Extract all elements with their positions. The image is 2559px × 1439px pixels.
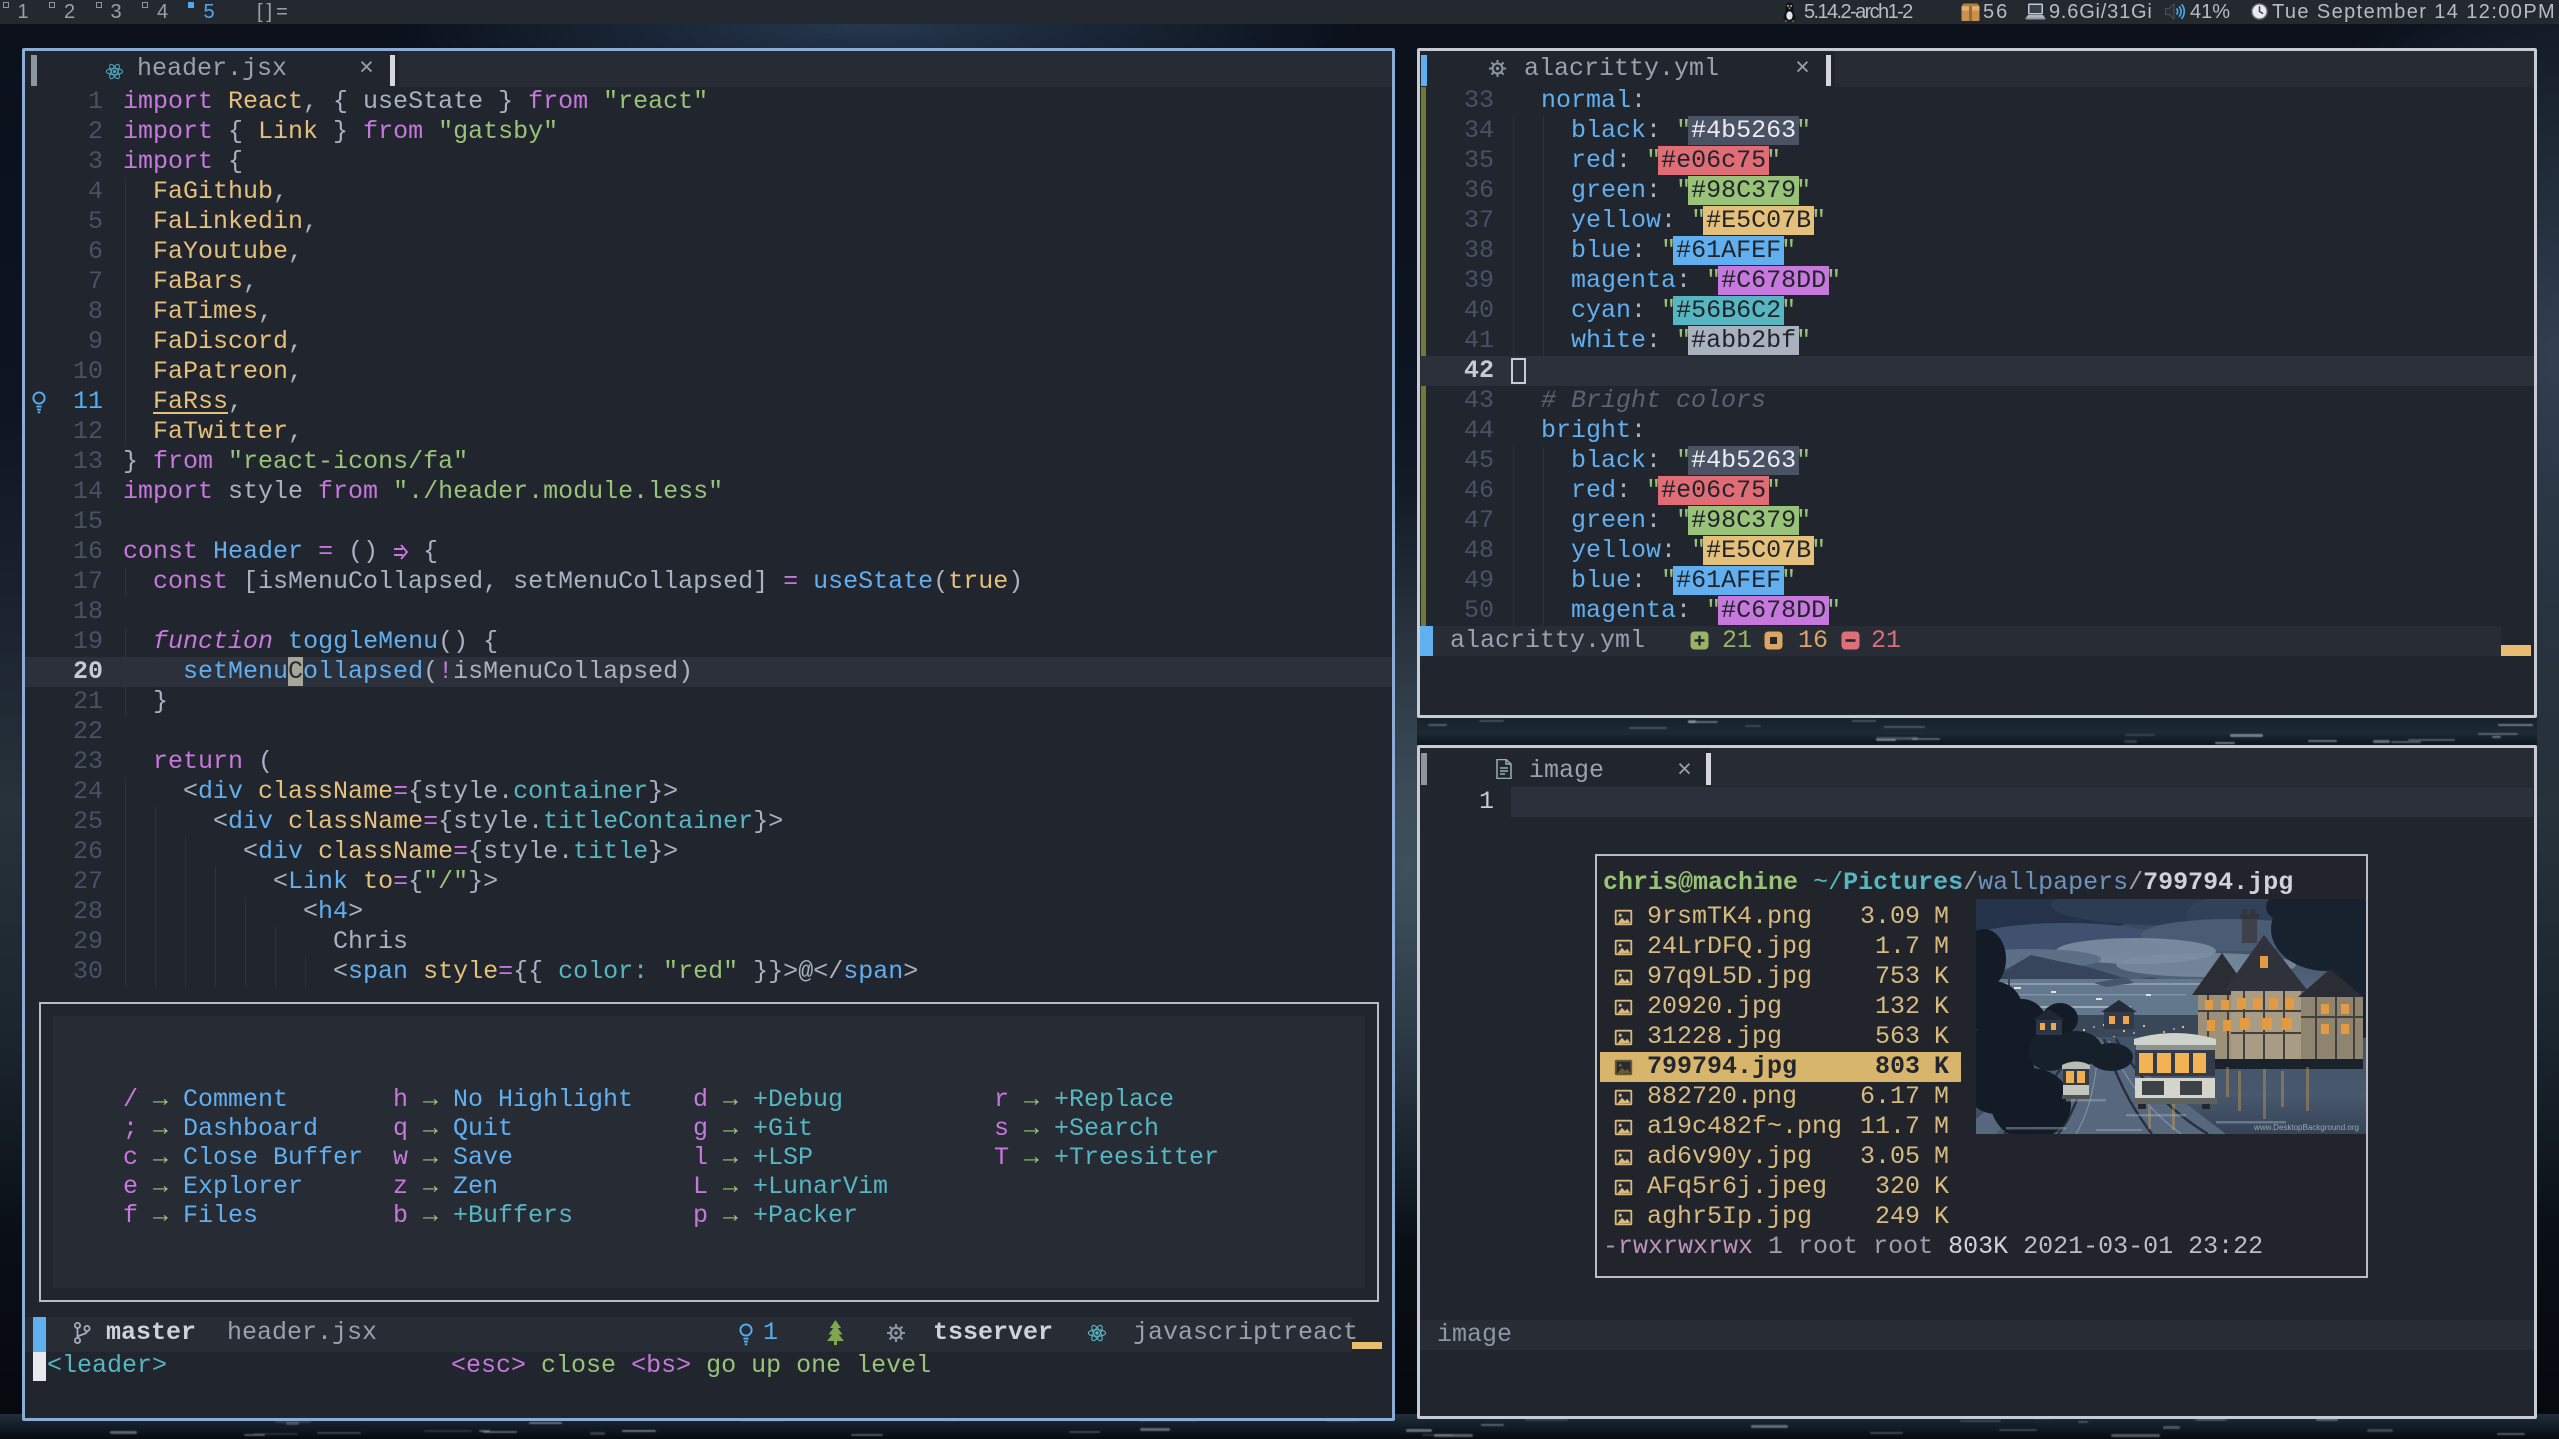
svg-text:www.DesktopBackground.org: www.DesktopBackground.org	[2253, 1123, 2359, 1132]
